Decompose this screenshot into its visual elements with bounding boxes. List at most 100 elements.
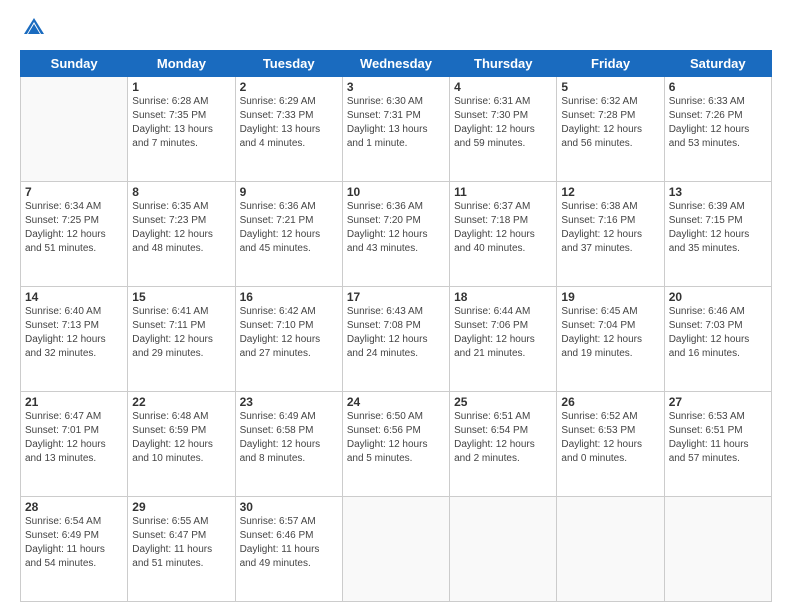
calendar-cell [342, 497, 449, 602]
calendar-cell: 25Sunrise: 6:51 AMSunset: 6:54 PMDayligh… [450, 392, 557, 497]
day-number: 5 [561, 80, 659, 94]
day-number: 20 [669, 290, 767, 304]
day-number: 13 [669, 185, 767, 199]
day-info: Sunrise: 6:37 AMSunset: 7:18 PMDaylight:… [454, 200, 552, 256]
calendar-cell: 23Sunrise: 6:49 AMSunset: 6:58 PMDayligh… [235, 392, 342, 497]
calendar-cell: 5Sunrise: 6:32 AMSunset: 7:28 PMDaylight… [557, 77, 664, 182]
calendar-cell: 13Sunrise: 6:39 AMSunset: 7:15 PMDayligh… [664, 182, 771, 287]
day-info: Sunrise: 6:36 AMSunset: 7:21 PMDaylight:… [240, 200, 338, 256]
calendar-cell: 29Sunrise: 6:55 AMSunset: 6:47 PMDayligh… [128, 497, 235, 602]
calendar-cell: 3Sunrise: 6:30 AMSunset: 7:31 PMDaylight… [342, 77, 449, 182]
calendar-cell: 21Sunrise: 6:47 AMSunset: 7:01 PMDayligh… [21, 392, 128, 497]
day-info: Sunrise: 6:40 AMSunset: 7:13 PMDaylight:… [25, 305, 123, 361]
weekday-header: Sunday [21, 51, 128, 77]
day-number: 12 [561, 185, 659, 199]
calendar-cell: 28Sunrise: 6:54 AMSunset: 6:49 PMDayligh… [21, 497, 128, 602]
calendar-cell: 1Sunrise: 6:28 AMSunset: 7:35 PMDaylight… [128, 77, 235, 182]
day-info: Sunrise: 6:29 AMSunset: 7:33 PMDaylight:… [240, 95, 338, 151]
day-number: 10 [347, 185, 445, 199]
calendar-cell: 6Sunrise: 6:33 AMSunset: 7:26 PMDaylight… [664, 77, 771, 182]
calendar-cell: 16Sunrise: 6:42 AMSunset: 7:10 PMDayligh… [235, 287, 342, 392]
day-number: 22 [132, 395, 230, 409]
day-info: Sunrise: 6:42 AMSunset: 7:10 PMDaylight:… [240, 305, 338, 361]
calendar-cell: 12Sunrise: 6:38 AMSunset: 7:16 PMDayligh… [557, 182, 664, 287]
calendar-cell: 14Sunrise: 6:40 AMSunset: 7:13 PMDayligh… [21, 287, 128, 392]
day-info: Sunrise: 6:30 AMSunset: 7:31 PMDaylight:… [347, 95, 445, 151]
weekday-header: Wednesday [342, 51, 449, 77]
header [20, 16, 772, 40]
day-info: Sunrise: 6:55 AMSunset: 6:47 PMDaylight:… [132, 515, 230, 571]
day-number: 19 [561, 290, 659, 304]
calendar-cell: 17Sunrise: 6:43 AMSunset: 7:08 PMDayligh… [342, 287, 449, 392]
day-number: 23 [240, 395, 338, 409]
calendar-header-row: SundayMondayTuesdayWednesdayThursdayFrid… [21, 51, 772, 77]
calendar-cell: 22Sunrise: 6:48 AMSunset: 6:59 PMDayligh… [128, 392, 235, 497]
calendar-cell: 20Sunrise: 6:46 AMSunset: 7:03 PMDayligh… [664, 287, 771, 392]
day-number: 8 [132, 185, 230, 199]
day-number: 18 [454, 290, 552, 304]
day-info: Sunrise: 6:31 AMSunset: 7:30 PMDaylight:… [454, 95, 552, 151]
weekday-header: Monday [128, 51, 235, 77]
day-number: 17 [347, 290, 445, 304]
calendar-cell: 15Sunrise: 6:41 AMSunset: 7:11 PMDayligh… [128, 287, 235, 392]
calendar-cell: 8Sunrise: 6:35 AMSunset: 7:23 PMDaylight… [128, 182, 235, 287]
day-number: 7 [25, 185, 123, 199]
calendar-week-row: 14Sunrise: 6:40 AMSunset: 7:13 PMDayligh… [21, 287, 772, 392]
day-info: Sunrise: 6:52 AMSunset: 6:53 PMDaylight:… [561, 410, 659, 466]
weekday-header: Friday [557, 51, 664, 77]
day-info: Sunrise: 6:48 AMSunset: 6:59 PMDaylight:… [132, 410, 230, 466]
day-info: Sunrise: 6:35 AMSunset: 7:23 PMDaylight:… [132, 200, 230, 256]
day-number: 16 [240, 290, 338, 304]
day-info: Sunrise: 6:53 AMSunset: 6:51 PMDaylight:… [669, 410, 767, 466]
logo-icon [22, 16, 46, 40]
weekday-header: Thursday [450, 51, 557, 77]
day-info: Sunrise: 6:50 AMSunset: 6:56 PMDaylight:… [347, 410, 445, 466]
calendar-cell: 18Sunrise: 6:44 AMSunset: 7:06 PMDayligh… [450, 287, 557, 392]
day-info: Sunrise: 6:51 AMSunset: 6:54 PMDaylight:… [454, 410, 552, 466]
day-number: 15 [132, 290, 230, 304]
weekday-header: Saturday [664, 51, 771, 77]
day-number: 3 [347, 80, 445, 94]
day-info: Sunrise: 6:39 AMSunset: 7:15 PMDaylight:… [669, 200, 767, 256]
day-number: 9 [240, 185, 338, 199]
day-info: Sunrise: 6:46 AMSunset: 7:03 PMDaylight:… [669, 305, 767, 361]
day-number: 14 [25, 290, 123, 304]
day-number: 26 [561, 395, 659, 409]
day-info: Sunrise: 6:44 AMSunset: 7:06 PMDaylight:… [454, 305, 552, 361]
day-number: 11 [454, 185, 552, 199]
calendar-cell: 7Sunrise: 6:34 AMSunset: 7:25 PMDaylight… [21, 182, 128, 287]
day-number: 24 [347, 395, 445, 409]
day-number: 21 [25, 395, 123, 409]
day-info: Sunrise: 6:54 AMSunset: 6:49 PMDaylight:… [25, 515, 123, 571]
day-info: Sunrise: 6:47 AMSunset: 7:01 PMDaylight:… [25, 410, 123, 466]
calendar-cell [21, 77, 128, 182]
calendar-cell [664, 497, 771, 602]
day-info: Sunrise: 6:49 AMSunset: 6:58 PMDaylight:… [240, 410, 338, 466]
calendar-cell: 4Sunrise: 6:31 AMSunset: 7:30 PMDaylight… [450, 77, 557, 182]
day-info: Sunrise: 6:34 AMSunset: 7:25 PMDaylight:… [25, 200, 123, 256]
logo [20, 16, 46, 40]
day-info: Sunrise: 6:41 AMSunset: 7:11 PMDaylight:… [132, 305, 230, 361]
day-info: Sunrise: 6:32 AMSunset: 7:28 PMDaylight:… [561, 95, 659, 151]
calendar-cell [450, 497, 557, 602]
day-info: Sunrise: 6:38 AMSunset: 7:16 PMDaylight:… [561, 200, 659, 256]
weekday-header: Tuesday [235, 51, 342, 77]
day-number: 29 [132, 500, 230, 514]
calendar-cell: 24Sunrise: 6:50 AMSunset: 6:56 PMDayligh… [342, 392, 449, 497]
calendar-cell: 19Sunrise: 6:45 AMSunset: 7:04 PMDayligh… [557, 287, 664, 392]
page: SundayMondayTuesdayWednesdayThursdayFrid… [0, 0, 792, 612]
day-info: Sunrise: 6:36 AMSunset: 7:20 PMDaylight:… [347, 200, 445, 256]
day-info: Sunrise: 6:28 AMSunset: 7:35 PMDaylight:… [132, 95, 230, 151]
day-number: 2 [240, 80, 338, 94]
day-number: 4 [454, 80, 552, 94]
day-info: Sunrise: 6:57 AMSunset: 6:46 PMDaylight:… [240, 515, 338, 571]
calendar-cell: 10Sunrise: 6:36 AMSunset: 7:20 PMDayligh… [342, 182, 449, 287]
calendar-cell [557, 497, 664, 602]
calendar-week-row: 21Sunrise: 6:47 AMSunset: 7:01 PMDayligh… [21, 392, 772, 497]
calendar-cell: 9Sunrise: 6:36 AMSunset: 7:21 PMDaylight… [235, 182, 342, 287]
calendar-week-row: 7Sunrise: 6:34 AMSunset: 7:25 PMDaylight… [21, 182, 772, 287]
calendar-week-row: 28Sunrise: 6:54 AMSunset: 6:49 PMDayligh… [21, 497, 772, 602]
calendar-cell: 26Sunrise: 6:52 AMSunset: 6:53 PMDayligh… [557, 392, 664, 497]
calendar-cell: 11Sunrise: 6:37 AMSunset: 7:18 PMDayligh… [450, 182, 557, 287]
day-info: Sunrise: 6:33 AMSunset: 7:26 PMDaylight:… [669, 95, 767, 151]
